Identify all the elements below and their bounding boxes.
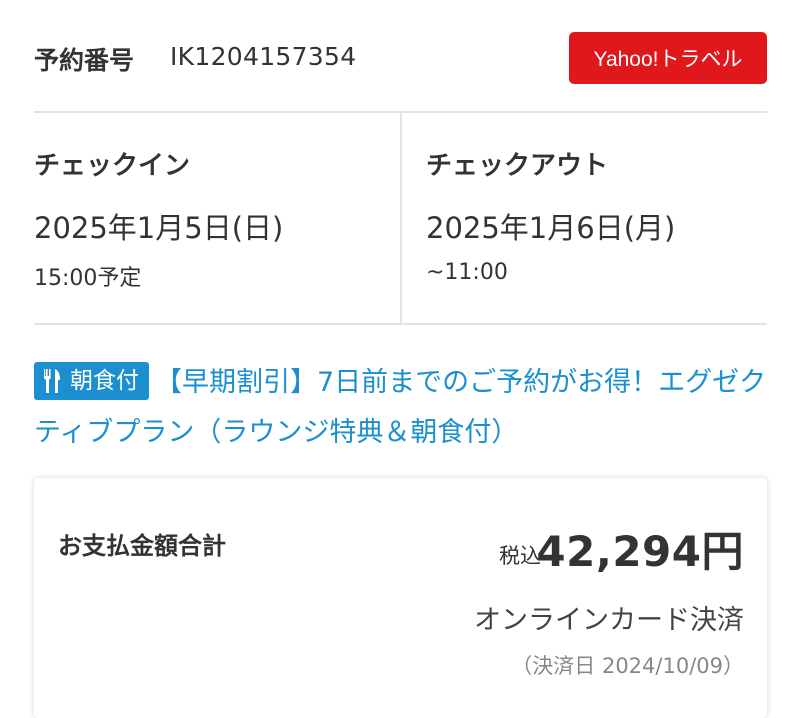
plan-link[interactable]: 朝食付 【早期割引】7日前までのご予約がお得！エグゼクティブプラン（ラウンジ特典… bbox=[34, 358, 767, 458]
reservation-number: IK1204157354 bbox=[170, 42, 357, 71]
payment-date: （決済日 2024/10/09） bbox=[511, 654, 744, 678]
checkin-time: 15:00予定 bbox=[34, 266, 142, 291]
checkout-title: チェックアウト bbox=[426, 151, 609, 181]
fork-knife-icon bbox=[44, 368, 62, 394]
divider-vertical bbox=[400, 113, 402, 324]
total-amount: 42,294円 bbox=[536, 527, 744, 576]
tax-label: 税込 bbox=[499, 544, 541, 568]
checkout-date: 2025年1月6日(月) bbox=[426, 211, 676, 245]
meal-badge: 朝食付 bbox=[34, 361, 149, 400]
checkin-title: チェックイン bbox=[34, 151, 191, 181]
payment-method: オンラインカード決済 bbox=[474, 605, 744, 636]
divider-middle bbox=[34, 323, 767, 325]
total-label: お支払金額合計 bbox=[58, 532, 226, 560]
checkin-date: 2025年1月5日(日) bbox=[34, 211, 284, 245]
reservation-header: 予約番号 IK1204157354 Yahoo!トラベル bbox=[34, 32, 767, 84]
yahoo-travel-badge[interactable]: Yahoo!トラベル bbox=[569, 32, 767, 84]
payment-card: お支払金額合計 税込 42,294円 オンラインカード決済 （決済日 2024/… bbox=[34, 478, 767, 718]
reservation-number-label: 予約番号 bbox=[34, 46, 135, 75]
meal-badge-label: 朝食付 bbox=[70, 367, 139, 394]
checkout-time: ~11:00 bbox=[426, 260, 508, 285]
